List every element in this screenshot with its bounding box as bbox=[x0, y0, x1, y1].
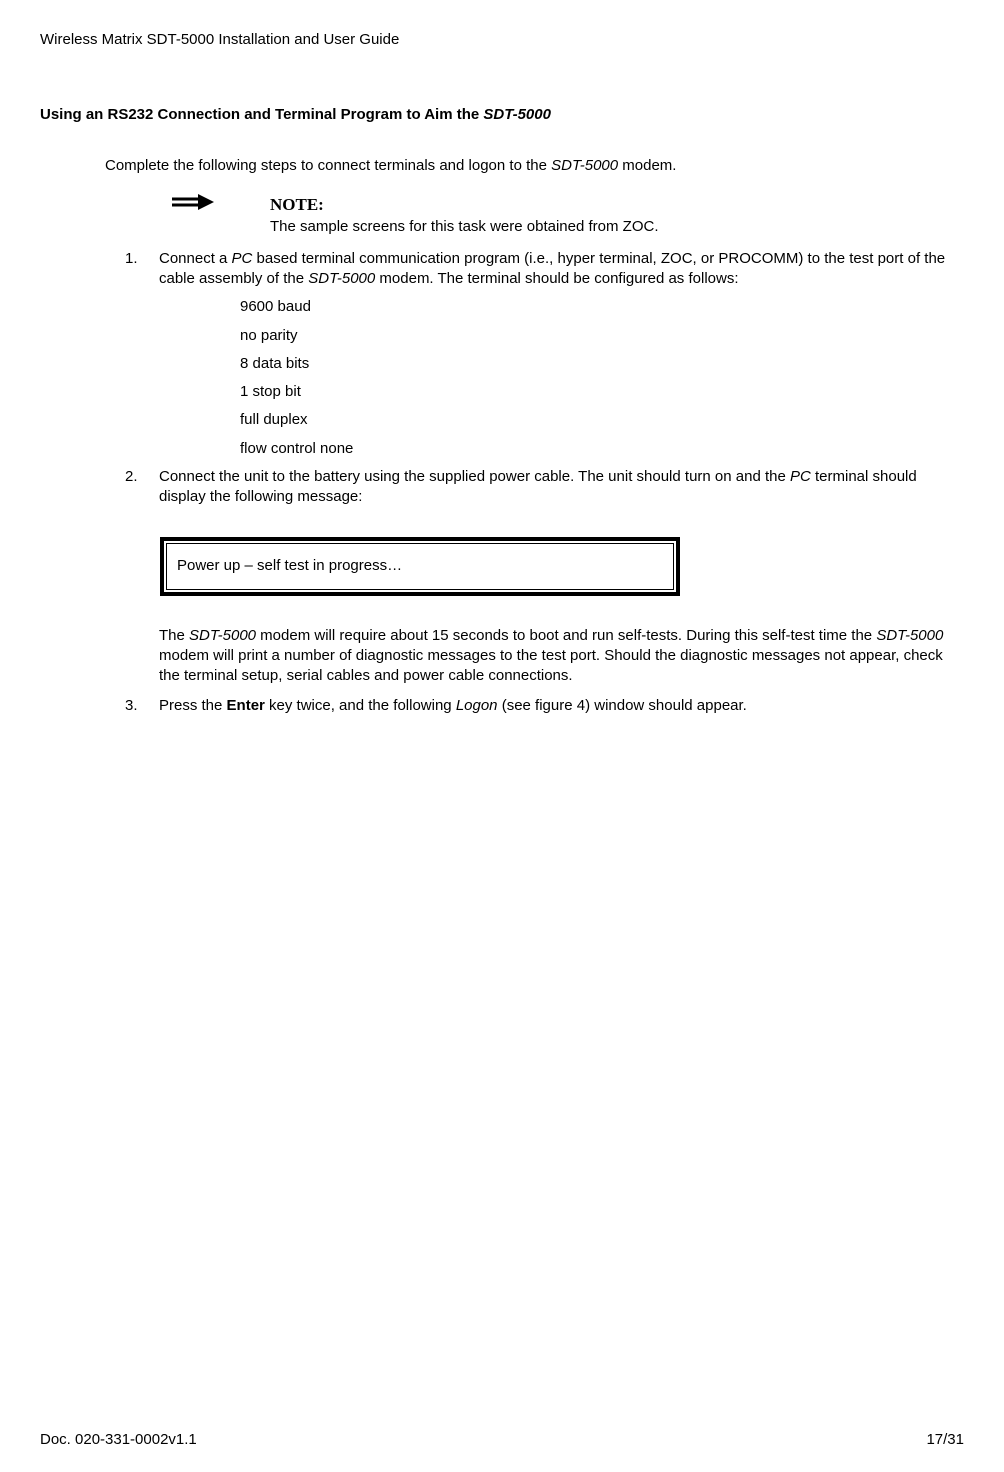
page-number: 17/31 bbox=[926, 1430, 964, 1450]
config-item: no parity bbox=[240, 326, 964, 346]
paragraph: The SDT-5000 modem will require about 15… bbox=[159, 626, 954, 687]
terminal-box: Power up – self test in progress… bbox=[160, 537, 680, 595]
t: Press the bbox=[159, 697, 227, 714]
step-2: 2. Connect the unit to the battery using… bbox=[125, 467, 964, 508]
step-3: 3. Press the Enter key twice, and the fo… bbox=[125, 696, 964, 716]
note-arrow-cell bbox=[170, 194, 270, 216]
t: PC bbox=[232, 250, 253, 267]
step-number: 1. bbox=[125, 249, 159, 290]
config-item: 1 stop bit bbox=[240, 382, 964, 402]
config-item: 8 data bits bbox=[240, 354, 964, 374]
t: key twice, and the following bbox=[265, 697, 456, 714]
note-text: NOTE: The sample screens for this task w… bbox=[270, 194, 964, 237]
note-label: NOTE: bbox=[270, 195, 324, 214]
step-body: Connect a PC based terminal communicatio… bbox=[159, 249, 964, 290]
t: modem will require about 15 seconds to b… bbox=[256, 627, 876, 644]
terminal-text: Power up – self test in progress… bbox=[177, 557, 402, 574]
t: Logon bbox=[456, 697, 498, 714]
heading-product: SDT-5000 bbox=[483, 106, 551, 123]
step-1: 1. Connect a PC based terminal communica… bbox=[125, 249, 964, 290]
intro-paragraph: Complete the following steps to connect … bbox=[105, 156, 964, 176]
heading-text: Using an RS232 Connection and Terminal P… bbox=[40, 106, 483, 123]
t: (see figure 4) window should appear. bbox=[498, 697, 747, 714]
t: SDT-5000 bbox=[308, 270, 375, 287]
t: modem. The terminal should be configured… bbox=[375, 270, 738, 287]
config-item: flow control none bbox=[240, 439, 964, 459]
running-header: Wireless Matrix SDT-5000 Installation an… bbox=[40, 30, 964, 50]
config-list: 9600 baud no parity 8 data bits 1 stop b… bbox=[240, 297, 964, 459]
config-item: 9600 baud bbox=[240, 297, 964, 317]
page-footer: Doc. 020-331-0002v1.1 17/31 bbox=[40, 1430, 964, 1450]
step-number: 3. bbox=[125, 696, 159, 716]
terminal-box-inner: Power up – self test in progress… bbox=[166, 543, 674, 589]
intro-post: modem. bbox=[618, 157, 676, 174]
arrow-right-icon bbox=[170, 194, 214, 216]
intro-product: SDT-5000 bbox=[551, 157, 618, 174]
t: modem will print a number of diagnostic … bbox=[159, 647, 943, 684]
t: Enter bbox=[227, 697, 265, 714]
t: Connect a bbox=[159, 250, 232, 267]
section-heading: Using an RS232 Connection and Terminal P… bbox=[40, 105, 964, 125]
t: SDT-5000 bbox=[876, 627, 943, 644]
step-body: Press the Enter key twice, and the follo… bbox=[159, 696, 964, 716]
intro-pre: Complete the following steps to connect … bbox=[105, 157, 551, 174]
t: The bbox=[159, 627, 189, 644]
t: Connect the unit to the battery using th… bbox=[159, 468, 790, 485]
note-block: NOTE: The sample screens for this task w… bbox=[170, 194, 964, 237]
doc-number: Doc. 020-331-0002v1.1 bbox=[40, 1430, 197, 1450]
step-number: 2. bbox=[125, 467, 159, 508]
config-item: full duplex bbox=[240, 410, 964, 430]
step-body: Connect the unit to the battery using th… bbox=[159, 467, 964, 508]
note-body: The sample screens for this task were ob… bbox=[270, 218, 658, 235]
t: SDT-5000 bbox=[189, 627, 256, 644]
t: PC bbox=[790, 468, 811, 485]
